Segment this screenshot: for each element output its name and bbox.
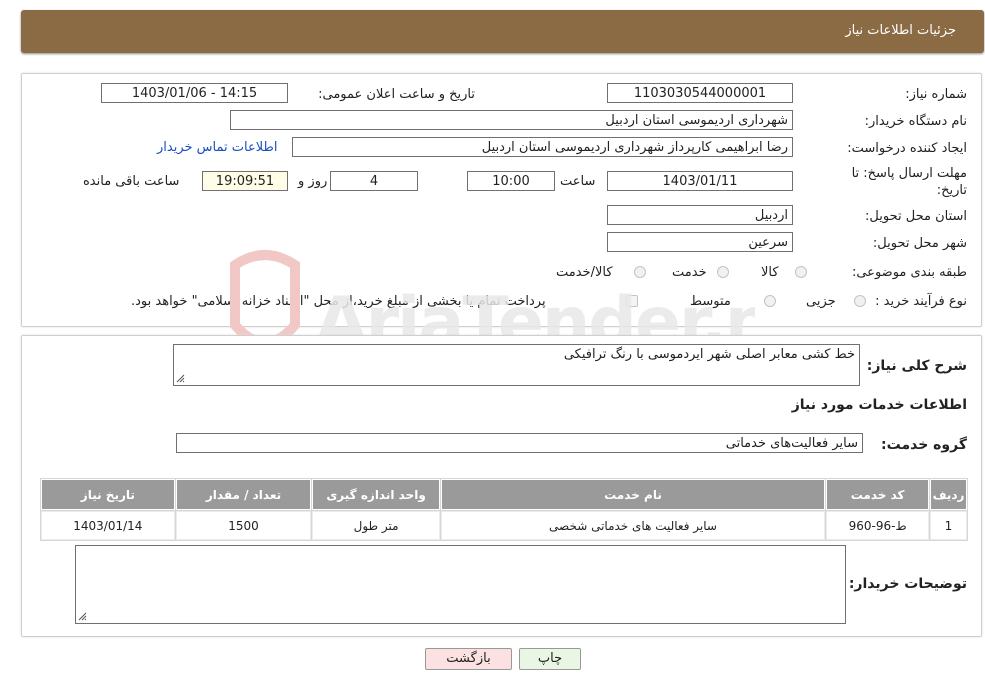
payment-note: پرداخت تمام یا بخشی از مبلغ خرید،از محل … (131, 294, 546, 309)
province-field: اردبیل (607, 205, 793, 225)
announce-datetime-field: 1403/01/06 - 14:15 (101, 83, 288, 103)
need-number-field: 1103030544000001 (607, 83, 793, 103)
category-goods-service-label: کالا/خدمت (556, 265, 613, 280)
col-quantity: تعداد / مقدار (175, 479, 312, 510)
cell-service-name: سایر فعالیت های خدماتی شخصی (440, 511, 826, 540)
table-row: 1 ط-96-960 سایر فعالیت های خدماتی شخصی م… (41, 511, 967, 540)
days-remaining-field: 4 (330, 171, 418, 191)
remaining-label: ساعت باقی مانده (83, 174, 180, 189)
cell-quantity: 1500 (175, 511, 312, 540)
process-minor-radio[interactable] (854, 295, 866, 307)
buyer-contact-link[interactable]: اطلاعات تماس خریدار (157, 140, 277, 155)
col-service-code: کد خدمت (826, 479, 929, 510)
deadline-label: مهلت ارسال پاسخ: تا (851, 166, 967, 181)
cell-service-code: ط-96-960 (826, 511, 929, 540)
process-minor-label: جزیی (806, 294, 836, 309)
buyer-notes-label: توضیحات خریدار: (848, 576, 967, 592)
buyer-org-field: شهرداری اردیموسی استان اردبیل (230, 110, 793, 130)
treasury-payment-checkbox[interactable] (626, 295, 638, 307)
resize-grip-icon[interactable] (78, 612, 87, 621)
table-header-row: ردیف کد خدمت نام خدمت واحد اندازه گیری ت… (41, 479, 967, 510)
creator-field: رضا ابراهیمی کارپرداز شهرداری اردیموسی ا… (292, 137, 793, 157)
cell-unit: متر طول (312, 511, 440, 540)
summary-text: خط کشی معابر اصلی شهر ایردموسی با رنگ تر… (563, 347, 855, 362)
days-label: روز و (298, 174, 328, 189)
category-goods-radio[interactable] (795, 266, 807, 278)
province-label: استان محل تحویل: (865, 209, 967, 224)
resize-grip-icon[interactable] (176, 374, 185, 383)
deadline-label-date: تاریخ: (936, 183, 967, 198)
category-goods-service-radio[interactable] (634, 266, 646, 278)
summary-label: شرح کلی نیاز: (866, 358, 967, 374)
city-label: شهر محل تحویل: (872, 236, 967, 251)
process-medium-label: متوسط (690, 294, 731, 309)
page-header: جزئیات اطلاعات نیاز (21, 10, 984, 53)
col-unit: واحد اندازه گیری (312, 479, 440, 510)
creator-label: ایجاد کننده درخواست: (847, 141, 967, 156)
deadline-time-label: ساعت (560, 174, 596, 189)
category-label: طبقه بندی موضوعی: (851, 265, 967, 280)
buyer-notes-textarea[interactable] (75, 545, 846, 624)
service-group-label: گروه خدمت: (881, 437, 967, 453)
category-service-label: خدمت (672, 265, 707, 280)
category-service-radio[interactable] (717, 266, 729, 278)
print-button[interactable]: چاپ (519, 648, 581, 670)
services-table: ردیف کد خدمت نام خدمت واحد اندازه گیری ت… (40, 478, 968, 541)
col-need-date: تاریخ نیاز (41, 479, 175, 510)
deadline-date-field: 1403/01/11 (607, 171, 793, 191)
city-field: سرعین (607, 232, 793, 252)
announce-label: تاریخ و ساعت اعلان عمومی: (318, 87, 475, 102)
need-number-label: شماره نیاز: (905, 87, 967, 102)
buyer-org-label: نام دستگاه خریدار: (864, 114, 967, 129)
category-goods-label: کالا (761, 265, 779, 280)
deadline-time-field: 10:00 (467, 171, 555, 191)
process-medium-radio[interactable] (764, 295, 776, 307)
summary-textarea[interactable]: خط کشی معابر اصلی شهر ایردموسی با رنگ تر… (173, 344, 860, 386)
col-service-name: نام خدمت (440, 479, 826, 510)
remaining-time-field: 19:09:51 (202, 171, 288, 191)
process-label: نوع فرآیند خرید : (875, 294, 967, 309)
cell-row-number: 1 (930, 511, 967, 540)
cell-need-date: 1403/01/14 (41, 511, 175, 540)
back-button[interactable]: بازگشت (425, 648, 512, 670)
col-row-number: ردیف (930, 479, 967, 510)
page-title: جزئیات اطلاعات نیاز (845, 23, 956, 38)
services-section-title: اطلاعات خدمات مورد نیاز (791, 397, 967, 413)
service-group-field: سایر فعالیت‌های خدماتی (176, 433, 863, 453)
